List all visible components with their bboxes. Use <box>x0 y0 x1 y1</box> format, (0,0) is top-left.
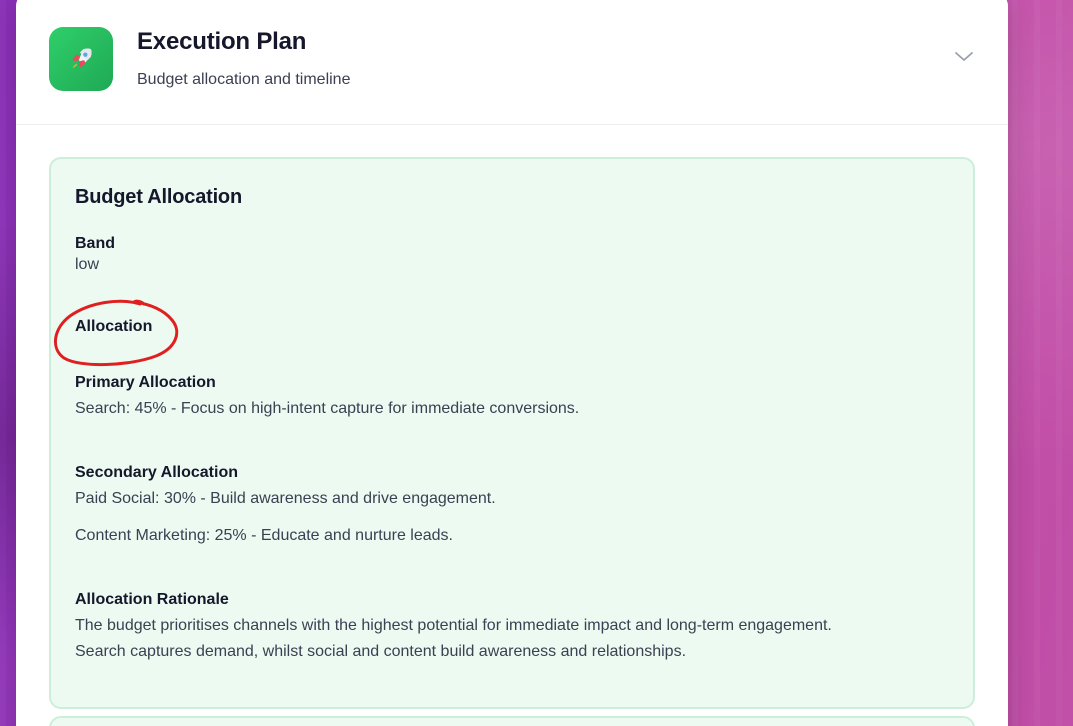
allocation-rationale-line: The budget prioritises channels with the… <box>75 617 832 634</box>
execution-plan-panel: Execution Plan Budget allocation and tim… <box>16 0 1008 726</box>
page-subtitle: Budget allocation and timeline <box>137 71 351 88</box>
allocation-rationale-line: Search captures demand, whilst social an… <box>75 643 687 660</box>
budget-allocation-card: Budget Allocation Band low Allocation Pr… <box>49 157 975 709</box>
allocation-label: Allocation <box>75 318 153 335</box>
secondary-allocation-label: Secondary Allocation <box>75 464 238 481</box>
panel-header[interactable]: Execution Plan Budget allocation and tim… <box>16 0 1008 125</box>
section-title: Budget Allocation <box>75 186 242 208</box>
chevron-down-icon[interactable] <box>954 48 974 64</box>
next-section-card <box>49 716 975 726</box>
primary-allocation-item: Search: 45% - Focus on high-intent captu… <box>75 400 580 417</box>
page-title: Execution Plan <box>137 28 307 55</box>
primary-allocation-label: Primary Allocation <box>75 374 216 391</box>
band-value: low <box>75 256 100 273</box>
secondary-allocation-item: Paid Social: 30% - Build awareness and d… <box>75 490 496 507</box>
rocket-icon <box>49 27 113 91</box>
band-label: Band <box>75 235 115 252</box>
allocation-rationale-label: Allocation Rationale <box>75 591 229 608</box>
secondary-allocation-item: Content Marketing: 25% - Educate and nur… <box>75 527 453 544</box>
